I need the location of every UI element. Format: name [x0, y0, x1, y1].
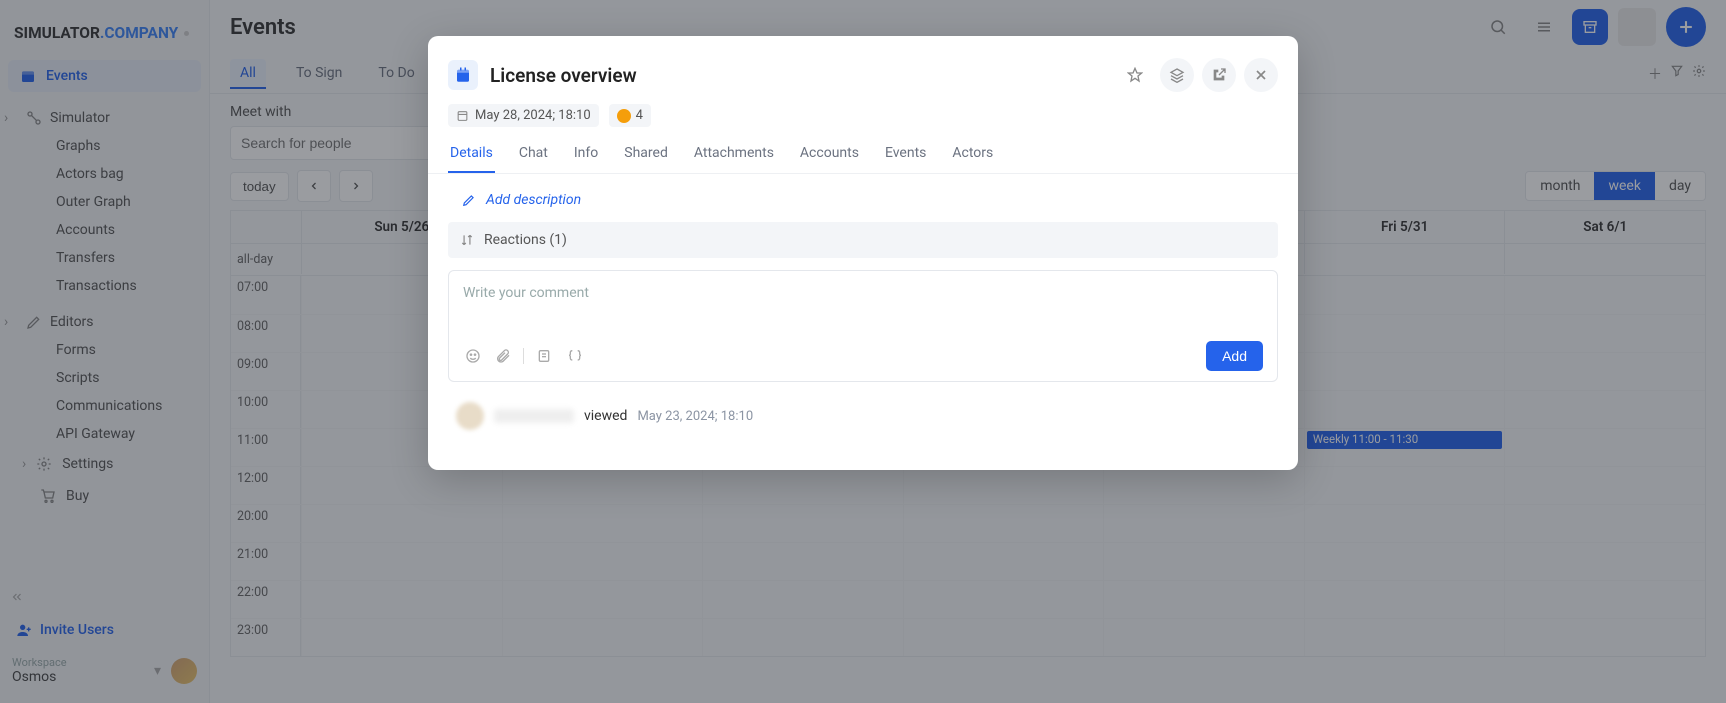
- reactions-header-label: Reactions (1): [484, 232, 567, 248]
- modal-overlay[interactable]: License overview May 28, 2024; 18:10: [0, 0, 1726, 703]
- modal-tab-shared[interactable]: Shared: [622, 137, 670, 173]
- star-button[interactable]: [1118, 58, 1152, 92]
- external-link-icon: [1211, 67, 1227, 83]
- comment-input[interactable]: [463, 285, 1263, 317]
- reaction-user-name: [494, 409, 574, 423]
- add-comment-button[interactable]: Add: [1206, 341, 1263, 371]
- emoji-icon: [465, 348, 481, 364]
- calendar-icon: [456, 109, 469, 122]
- mention-button[interactable]: [534, 346, 554, 366]
- modal-tab-accounts[interactable]: Accounts: [798, 137, 861, 173]
- reaction-item: viewed May 23, 2024; 18:10: [428, 382, 1298, 430]
- calendar-event-icon: [454, 66, 472, 84]
- reactions-header[interactable]: Reactions (1): [448, 222, 1278, 258]
- modal-tab-attachments[interactable]: Attachments: [692, 137, 776, 173]
- add-description-button[interactable]: Add description: [428, 174, 1298, 222]
- paperclip-icon: [495, 348, 511, 364]
- braces-icon: [566, 348, 584, 364]
- modal-title: License overview: [490, 64, 637, 87]
- event-date-chip[interactable]: May 28, 2024; 18:10: [448, 104, 599, 127]
- close-button[interactable]: [1244, 58, 1278, 92]
- reaction-action: viewed: [584, 408, 627, 424]
- modal-tab-info[interactable]: Info: [572, 137, 600, 173]
- event-modal: License overview May 28, 2024; 18:10: [428, 36, 1298, 470]
- badge-dot-icon: [617, 109, 631, 123]
- close-icon: [1253, 67, 1269, 83]
- open-button[interactable]: [1202, 58, 1236, 92]
- event-count-badge[interactable]: 4: [609, 104, 651, 127]
- add-description-label: Add description: [486, 192, 581, 208]
- comment-box: Add: [448, 270, 1278, 382]
- divider: [523, 348, 524, 364]
- emoji-button[interactable]: [463, 346, 483, 366]
- sort-icon: [460, 233, 474, 247]
- code-button[interactable]: [564, 346, 586, 366]
- event-date-text: May 28, 2024; 18:10: [475, 108, 591, 123]
- modal-tab-actors[interactable]: Actors: [950, 137, 995, 173]
- star-icon: [1127, 67, 1143, 83]
- event-count-value: 4: [636, 108, 643, 123]
- reaction-timestamp: May 23, 2024; 18:10: [637, 409, 753, 424]
- layers-icon: [1169, 67, 1185, 83]
- modal-tab-details[interactable]: Details: [448, 137, 495, 173]
- event-type-icon: [448, 60, 478, 90]
- layers-button[interactable]: [1160, 58, 1194, 92]
- reaction-user-avatar: [456, 402, 484, 430]
- modal-tab-events[interactable]: Events: [883, 137, 928, 173]
- pencil-icon: [462, 193, 476, 207]
- attach-button[interactable]: [493, 346, 513, 366]
- modal-tab-chat[interactable]: Chat: [517, 137, 550, 173]
- note-icon: [536, 348, 552, 364]
